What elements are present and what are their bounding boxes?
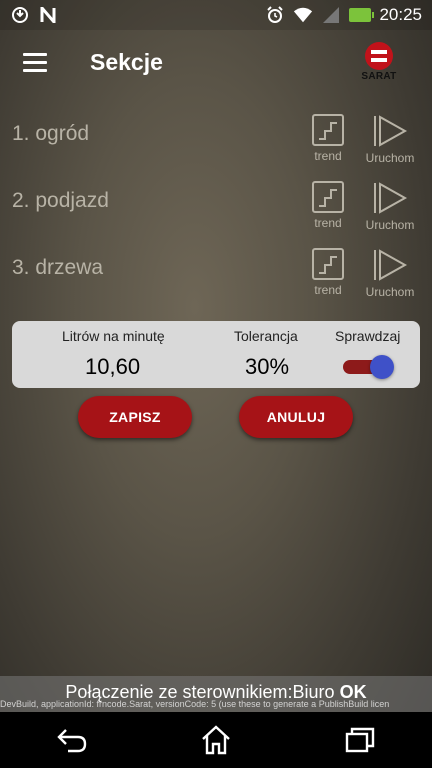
run-label: Uruchom	[365, 151, 415, 165]
run-button[interactable]: Uruchom	[362, 114, 418, 165]
sync-icon	[10, 5, 30, 25]
trend-button[interactable]: trend	[308, 181, 348, 230]
hamburger-icon	[23, 50, 47, 74]
signal-icon	[321, 5, 341, 25]
back-button[interactable]	[42, 712, 102, 768]
alarm-icon	[265, 5, 285, 25]
run-button[interactable]: Uruchom	[362, 248, 418, 299]
page-title: Sekcje	[90, 48, 163, 75]
status-bar-left	[10, 5, 58, 25]
section-name: 1. ogród	[12, 122, 90, 145]
section-name: 3. drzewa	[12, 256, 104, 279]
section-name: 2. podjazd	[12, 189, 109, 212]
trend-icon	[312, 114, 344, 146]
trend-label: trend	[314, 216, 342, 230]
trend-icon	[312, 181, 344, 213]
home-icon	[202, 725, 230, 755]
recents-icon	[345, 727, 375, 753]
play-icon	[374, 249, 408, 281]
trend-label: trend	[314, 283, 342, 297]
status-bar: 20:25	[0, 0, 432, 30]
settings-panel: Litrów na minutę 10,60 Tolerancja 30% Sp…	[12, 321, 420, 388]
system-nav-bar	[0, 712, 432, 768]
tolerance-label: Tolerancja	[234, 328, 298, 344]
flow-label: Litrów na minutę	[62, 328, 165, 344]
status-time: 20:25	[379, 5, 422, 24]
section-row: 1. ogród trend Uruchom	[0, 114, 432, 182]
connection-status: Połączenie ze sterownikiem:Biuro OK	[0, 682, 432, 703]
trend-icon	[312, 248, 344, 280]
status-bar-right: 20:25	[265, 5, 422, 25]
logo-text: SARAT	[361, 71, 397, 82]
check-label: Sprawdzaj	[335, 328, 401, 344]
run-label: Uruchom	[365, 285, 415, 299]
play-icon	[374, 115, 408, 147]
connection-text: Połączenie ze sterownikiem:Biuro	[65, 682, 335, 702]
battery-charging-icon	[349, 8, 375, 22]
cancel-button[interactable]: ANULUJ	[239, 396, 353, 438]
trend-label: trend	[314, 149, 342, 163]
toggle-knob	[370, 355, 394, 379]
section-row: 3. drzewa trend Uruchom	[0, 248, 432, 316]
tolerance-value-field[interactable]: 30%	[245, 354, 289, 380]
flow-value-field[interactable]: 10,60	[85, 354, 140, 380]
run-label: Uruchom	[365, 218, 415, 232]
connection-ok: OK	[339, 682, 367, 702]
trend-button[interactable]: trend	[308, 114, 348, 163]
sarat-logo: SARAT	[356, 42, 402, 82]
play-icon	[374, 182, 408, 214]
recents-button[interactable]	[330, 712, 390, 768]
wifi-icon	[293, 5, 313, 25]
connection-bar: DevBuild, applicationId: frncode.Sarat, …	[0, 676, 432, 712]
check-toggle[interactable]	[343, 355, 395, 379]
menu-button[interactable]	[0, 30, 70, 94]
app-bar: Sekcje SARAT	[0, 30, 432, 94]
n-notification-icon	[38, 5, 58, 25]
back-icon	[57, 729, 87, 753]
trend-button[interactable]: trend	[308, 248, 348, 297]
save-button[interactable]: ZAPISZ	[78, 396, 192, 438]
home-button[interactable]	[186, 712, 246, 768]
logo-mark	[365, 42, 393, 70]
section-row: 2. podjazd trend Uruchom	[0, 181, 432, 249]
run-button[interactable]: Uruchom	[362, 181, 418, 232]
